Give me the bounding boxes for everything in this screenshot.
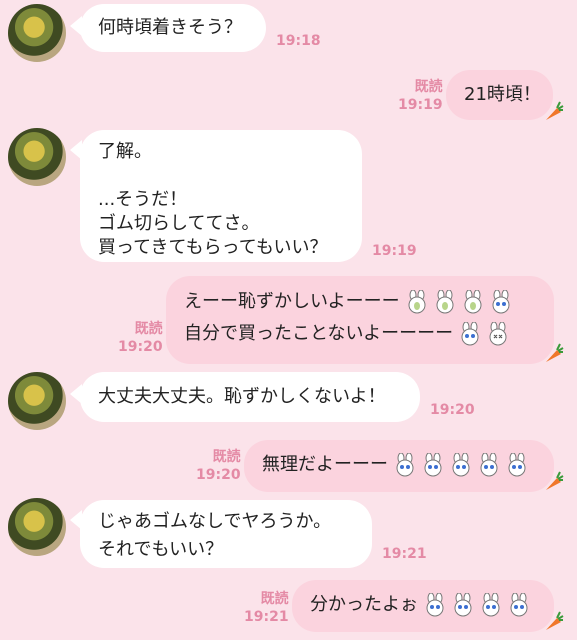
- message-time: 19:20: [196, 467, 241, 483]
- sender-avatar[interactable]: [8, 498, 66, 556]
- read-label: 既読: [414, 79, 443, 95]
- message-bubble-out[interactable]: 無理だよーーー: [244, 440, 554, 492]
- message-time: 19:19: [398, 97, 443, 113]
- read-receipt: 既読 19:21: [244, 590, 289, 626]
- message-text: 了解。: [98, 141, 152, 162]
- message-text: 分かったよぉ: [310, 594, 418, 615]
- message-text: 無理だよーーー: [262, 454, 388, 475]
- message-time: 19:18: [276, 33, 321, 49]
- bunny-emoji-icon: [406, 289, 428, 314]
- bunny-emoji-icon: [462, 289, 484, 314]
- message-bubble-in[interactable]: じゃあゴムなしでヤろうか。 それでもいい？: [80, 500, 372, 568]
- sender-avatar[interactable]: [8, 4, 66, 62]
- carrot-icon: [546, 101, 564, 120]
- message-time: 19:19: [372, 243, 417, 259]
- message-text: 21時頃！: [464, 84, 541, 105]
- bunny-emoji-icon: [508, 592, 530, 617]
- carrot-icon: [546, 611, 564, 630]
- bunny-emoji-icon: [434, 289, 456, 314]
- message-time: 19:21: [382, 546, 427, 562]
- message-time: 19:20: [430, 402, 475, 418]
- message-text: じゃあゴムなしでヤろうか。: [98, 511, 332, 532]
- bunny-emoji-icon: [452, 592, 474, 617]
- bunny-emoji-icon: [450, 452, 472, 477]
- bunny-emoji-icon: [422, 452, 444, 477]
- bunny-emoji-icon: [490, 289, 512, 314]
- read-receipt: 既読 19:20: [196, 448, 241, 484]
- message-text: それでもいい？: [98, 539, 224, 560]
- message-text: 買ってきてもらってもいい？: [98, 237, 328, 258]
- message-text: ゴム切らしててさ。: [98, 213, 260, 234]
- sender-avatar[interactable]: [8, 128, 66, 186]
- message-time: 19:20: [118, 339, 163, 355]
- message-bubble-out[interactable]: えーー恥ずかしいよーーー 自分で買ったことないよーーーー: [166, 276, 554, 364]
- message-bubble-out[interactable]: 分かったよぉ: [292, 580, 554, 632]
- read-receipt: 既読 19:19: [398, 78, 443, 114]
- sender-avatar[interactable]: [8, 372, 66, 430]
- message-bubble-in[interactable]: 了解。 ...そうだ！ ゴム切らしててさ。 買ってきてもらってもいい？: [80, 130, 362, 262]
- bunny-emoji-icon: [394, 452, 416, 477]
- bunny-emoji-icon: [487, 321, 509, 346]
- message-text: 自分で買ったことないよーーーー: [184, 323, 454, 344]
- read-receipt: 既読 19:20: [118, 320, 163, 356]
- message-bubble-out[interactable]: 21時頃！: [446, 70, 553, 120]
- message-text: ...そうだ！: [98, 189, 188, 210]
- bunny-emoji-icon: [480, 592, 502, 617]
- message-text-blank: [98, 164, 344, 188]
- message-bubble-in[interactable]: 大丈夫大丈夫。恥ずかしくないよ！: [80, 372, 420, 422]
- message-text: えーー恥ずかしいよーーー: [184, 291, 400, 312]
- message-text: 何時頃着きそう？: [98, 17, 242, 38]
- carrot-icon: [546, 343, 564, 362]
- message-time: 19:21: [244, 609, 289, 625]
- read-label: 既読: [260, 591, 289, 607]
- bunny-emoji-icon: [478, 452, 500, 477]
- bunny-emoji-icon: [459, 321, 481, 346]
- read-label: 既読: [134, 321, 163, 337]
- message-text: 大丈夫大丈夫。恥ずかしくないよ！: [98, 386, 386, 407]
- bunny-emoji-icon: [506, 452, 528, 477]
- carrot-icon: [546, 471, 564, 490]
- message-bubble-in[interactable]: 何時頃着きそう？: [80, 4, 266, 52]
- read-label: 既読: [212, 449, 241, 465]
- bunny-emoji-icon: [424, 592, 446, 617]
